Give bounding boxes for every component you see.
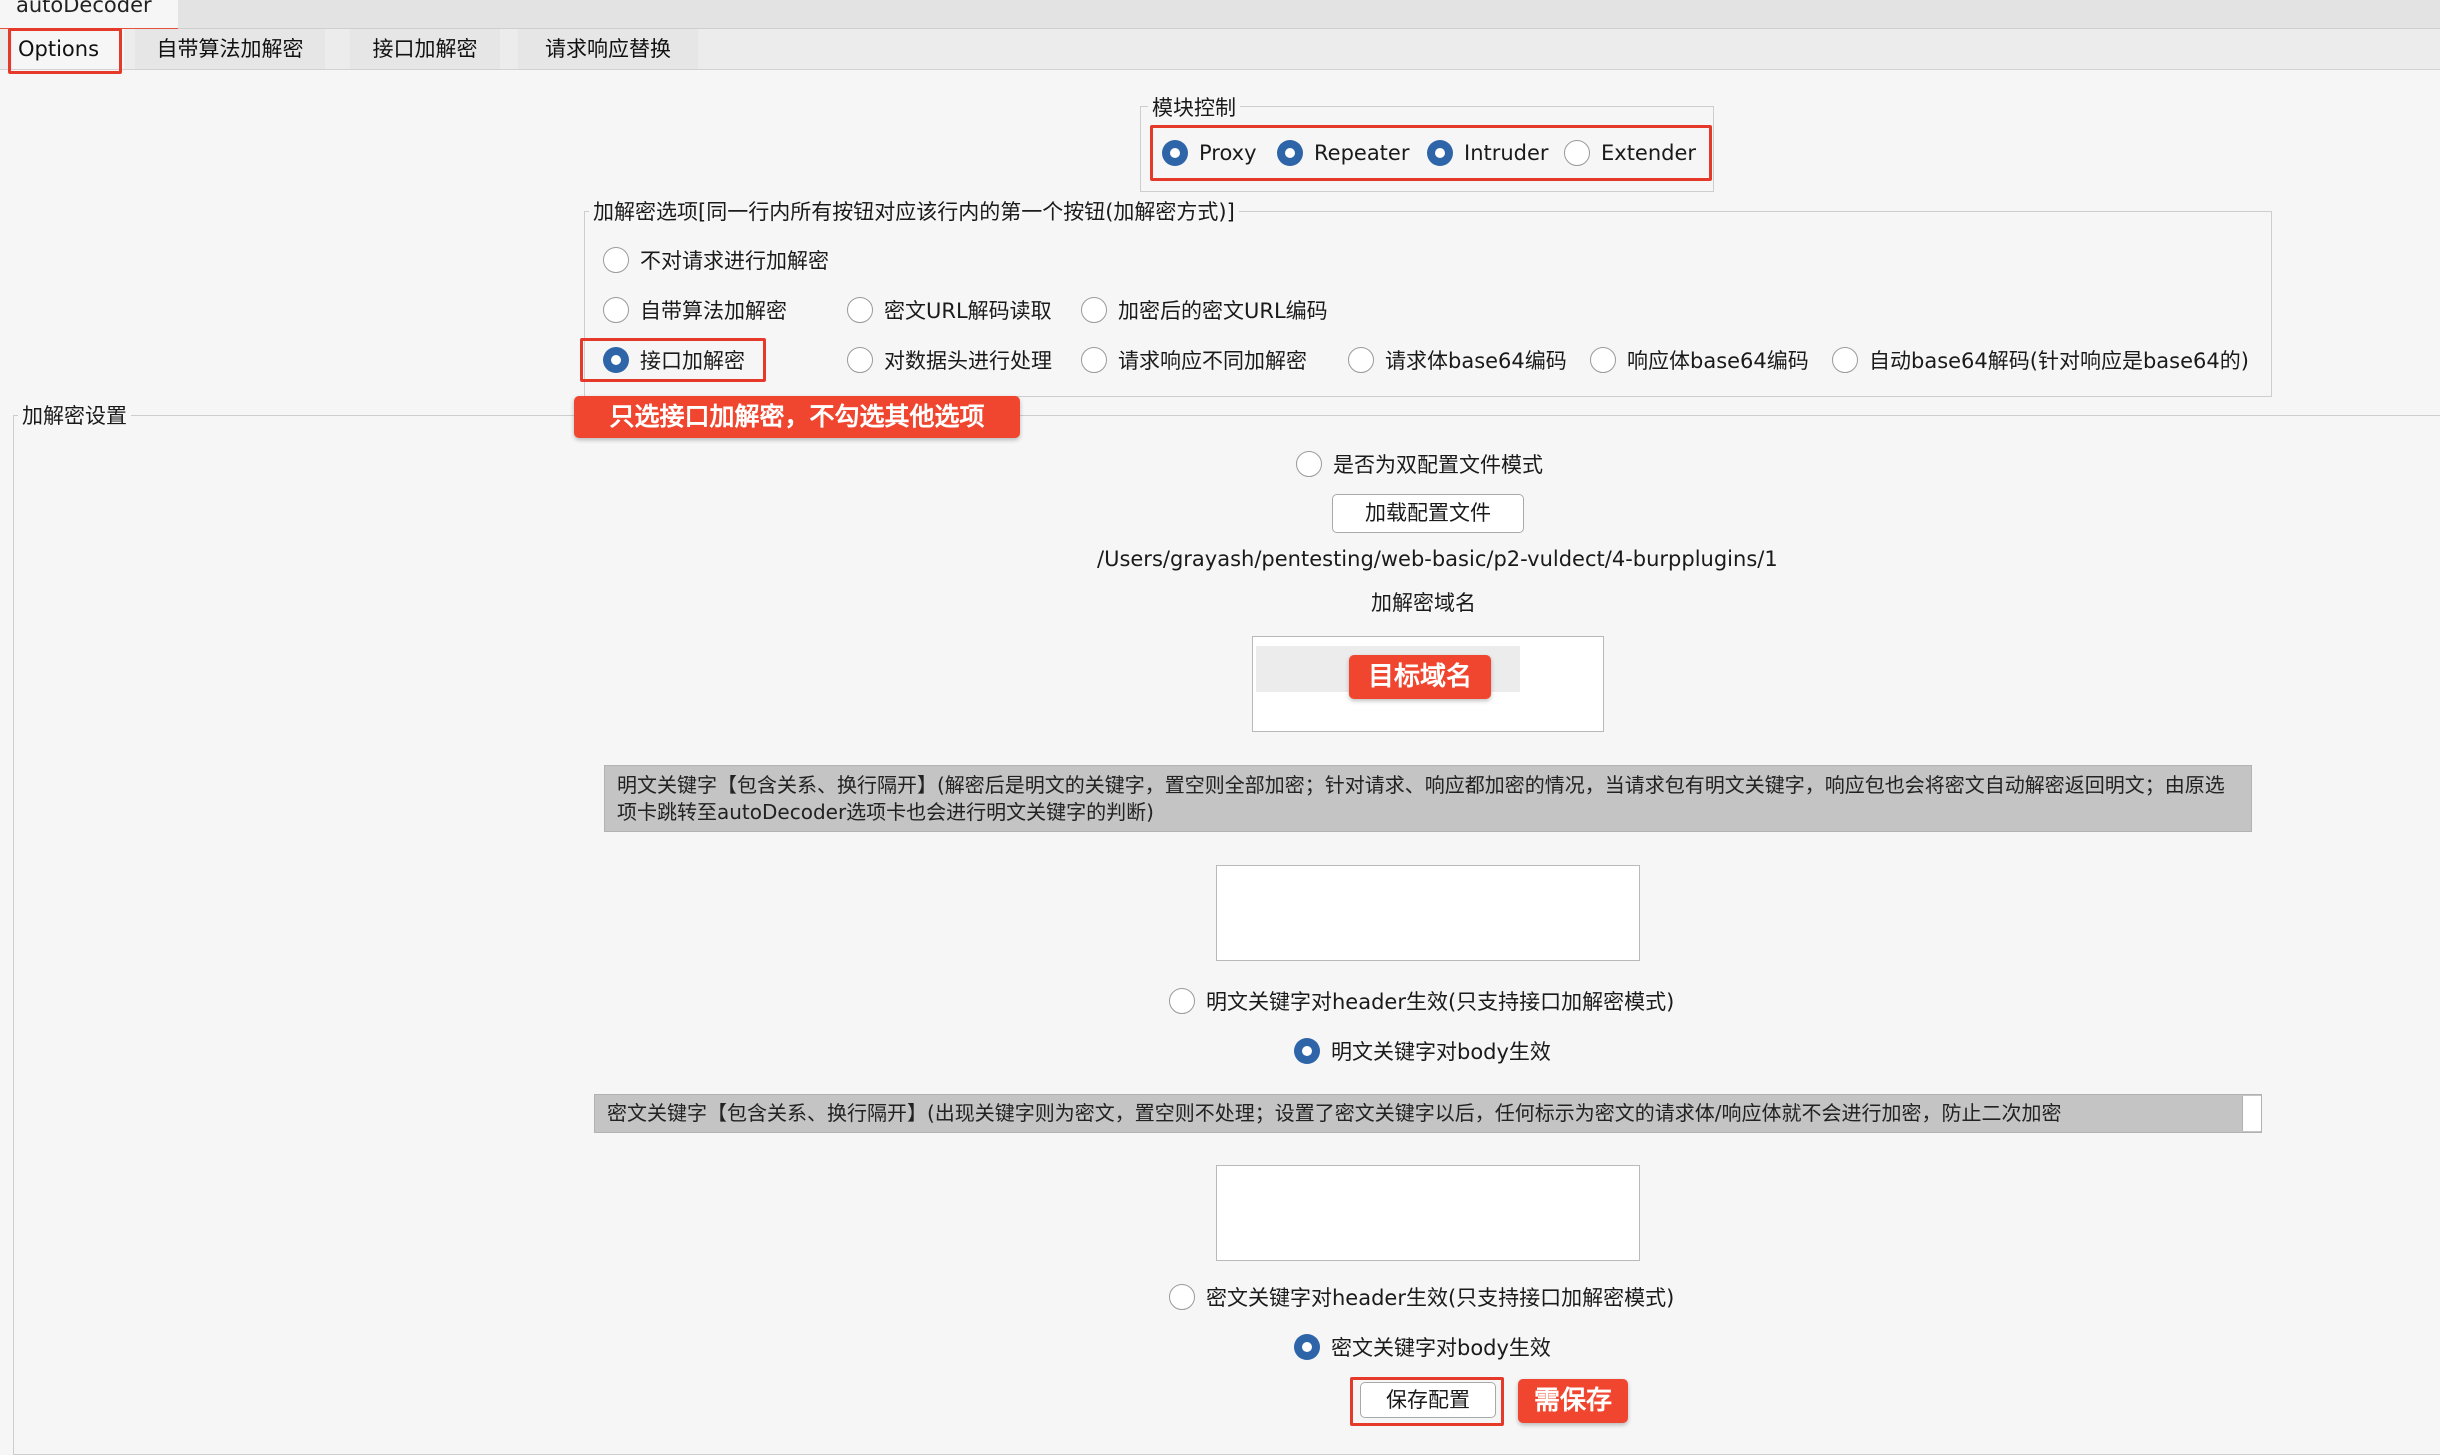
radio-dual-config-label: 是否为双配置文件模式 [1333,453,1543,477]
radio-builtin-crypto-label: 自带算法加解密 [640,299,787,323]
radio-intruder-label: Intruder [1464,141,1549,165]
radio-proxy-circle[interactable] [1162,140,1188,166]
radio-plaintext-body[interactable]: 明文关键字对body生效 [1294,1036,1551,1066]
radio-response-base64-label: 响应体base64编码 [1627,349,1809,373]
tab-builtin-crypto[interactable]: 自带算法加解密 [135,29,325,69]
highlight-options-tab [8,28,122,74]
radio-response-base64[interactable]: 响应体base64编码 [1590,345,1809,375]
radio-req-resp-different-circle[interactable] [1081,347,1107,373]
radio-ciphertext-body-label: 密文关键字对body生效 [1331,1336,1551,1360]
radio-api-crypto-label: 接口加解密 [640,349,745,373]
radio-ciphertext-header[interactable]: 密文关键字对header生效(只支持接口加解密模式) [1169,1282,1674,1312]
radio-request-base64[interactable]: 请求体base64编码 [1348,345,1567,375]
radio-no-crypto[interactable]: 不对请求进行加解密 [603,245,829,275]
module-control-title: 模块控制 [1148,92,1240,122]
radio-repeater[interactable]: Repeater [1277,140,1409,166]
radio-ciphertext-header-label: 密文关键字对header生效(只支持接口加解密模式) [1206,1286,1675,1310]
radio-url-encode-after-circle[interactable] [1081,297,1107,323]
window-top-strip [0,0,2440,29]
tab-bar-filler [698,29,2440,69]
radio-extender-circle[interactable] [1564,140,1590,166]
radio-builtin-crypto-circle[interactable] [603,297,629,323]
annotation-only-api: 只选接口加解密，不勾选其他选项 [574,396,1020,438]
radio-url-decode-read[interactable]: 密文URL解码读取 [847,295,1052,325]
ciphertext-keyword-description: 密文关键字【包含关系、换行隔开】(出现关键字则为密文，置空则不处理；设置了密文关… [594,1094,2262,1133]
radio-req-resp-different[interactable]: 请求响应不同加解密 [1081,345,1307,375]
radio-request-base64-circle[interactable] [1348,347,1374,373]
plaintext-keyword-description: 明文关键字【包含关系、换行隔开】(解密后是明文的关键字，置空则全部加密；针对请求… [604,765,2252,832]
ciphertext-desc-scroll[interactable] [2242,1096,2261,1131]
load-config-button[interactable]: 加载配置文件 [1332,494,1524,533]
annotation-target-domain: 目标域名 [1349,655,1491,699]
radio-repeater-circle[interactable] [1277,140,1303,166]
tab-request-response-replace[interactable]: 请求响应替换 [518,29,698,69]
radio-api-crypto[interactable]: 接口加解密 [603,345,745,375]
radio-plaintext-header-label: 明文关键字对header生效(只支持接口加解密模式) [1206,990,1675,1014]
radio-header-process-label: 对数据头进行处理 [884,349,1052,373]
tab-api-crypto[interactable]: 接口加解密 [350,29,500,69]
radio-auto-base64-decode-label: 自动base64解码(针对响应是base64的) [1869,349,2249,373]
radio-ciphertext-header-circle[interactable] [1169,1284,1195,1310]
ciphertext-keyword-input[interactable] [1216,1165,1640,1261]
radio-no-crypto-circle[interactable] [603,247,629,273]
radio-builtin-crypto[interactable]: 自带算法加解密 [603,295,787,325]
radio-url-decode-read-label: 密文URL解码读取 [884,299,1052,323]
radio-extender[interactable]: Extender [1564,140,1696,166]
radio-plaintext-header-circle[interactable] [1169,988,1195,1014]
app-tab-label: autoDecoder [16,0,152,17]
radio-req-resp-different-label: 请求响应不同加解密 [1118,349,1307,373]
radio-proxy-label: Proxy [1199,141,1257,165]
annotation-need-save: 需保存 [1518,1379,1628,1423]
radio-response-base64-circle[interactable] [1590,347,1616,373]
radio-repeater-label: Repeater [1314,141,1410,165]
radio-intruder-circle[interactable] [1427,140,1453,166]
radio-intruder[interactable]: Intruder [1427,140,1549,166]
radio-ciphertext-body-circle[interactable] [1294,1334,1320,1360]
radio-url-encode-after[interactable]: 加密后的密文URL编码 [1081,295,1328,325]
radio-extender-label: Extender [1601,141,1697,165]
radio-request-base64-label: 请求体base64编码 [1385,349,1567,373]
plaintext-keyword-input[interactable] [1216,865,1640,961]
crypto-options-title: 加解密选项[同一行内所有按钮对应该行内的第一个按钮(加解密方式)] [589,196,1239,226]
radio-url-encode-after-label: 加密后的密文URL编码 [1118,299,1328,323]
config-path: /Users/grayash/pentesting/web-basic/p2-v… [1097,547,1778,571]
radio-dual-config[interactable]: 是否为双配置文件模式 [1296,449,1543,479]
radio-auto-base64-decode-circle[interactable] [1832,347,1858,373]
app-tab-autodecoder[interactable]: autoDecoder [0,0,178,31]
save-config-button[interactable]: 保存配置 [1360,1382,1496,1418]
radio-proxy[interactable]: Proxy [1162,140,1257,166]
domain-label: 加解密域名 [1371,591,1476,615]
settings-title: 加解密设置 [18,400,131,430]
radio-dual-config-circle[interactable] [1296,451,1322,477]
radio-api-crypto-circle[interactable] [603,347,629,373]
radio-plaintext-body-label: 明文关键字对body生效 [1331,1040,1551,1064]
radio-ciphertext-body[interactable]: 密文关键字对body生效 [1294,1332,1551,1362]
radio-header-process[interactable]: 对数据头进行处理 [847,345,1052,375]
radio-no-crypto-label: 不对请求进行加解密 [640,249,829,273]
radio-url-decode-read-circle[interactable] [847,297,873,323]
radio-auto-base64-decode[interactable]: 自动base64解码(针对响应是base64的) [1832,345,2249,375]
radio-plaintext-header[interactable]: 明文关键字对header生效(只支持接口加解密模式) [1169,986,1674,1016]
radio-header-process-circle[interactable] [847,347,873,373]
radio-plaintext-body-circle[interactable] [1294,1038,1320,1064]
